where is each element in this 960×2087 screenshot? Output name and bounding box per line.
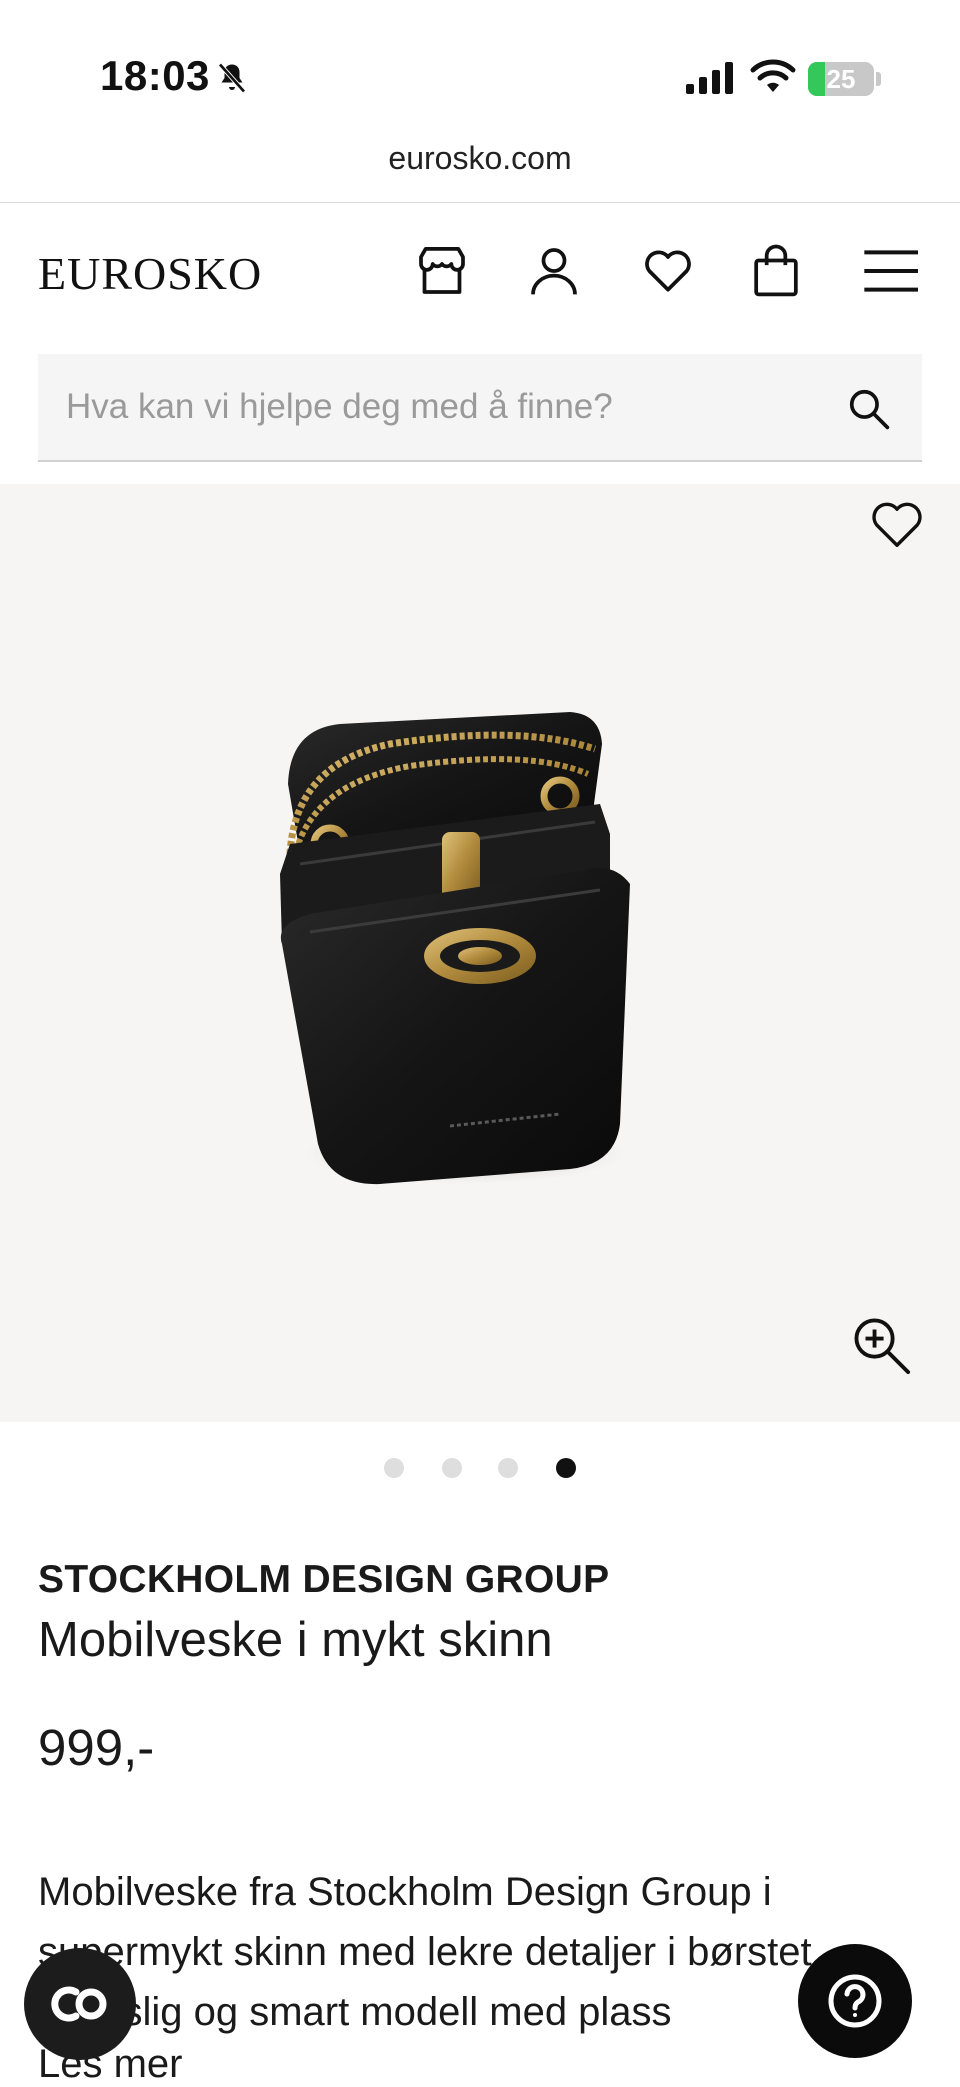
signal-icon — [686, 62, 733, 94]
battery-nub — [876, 72, 881, 86]
accessibility-button[interactable] — [24, 1948, 136, 2060]
product-price: 999,- — [38, 1719, 155, 1776]
product-brand[interactable]: STOCKHOLM DESIGN GROUP — [38, 1558, 609, 1602]
zoom-icon[interactable] — [850, 1314, 912, 1376]
status-time: 18:03 — [100, 52, 210, 99]
wishlist-icon[interactable] — [640, 243, 696, 299]
add-to-wishlist-icon[interactable] — [870, 500, 924, 550]
gallery-dot-3[interactable] — [498, 1458, 518, 1478]
gallery-dot-2[interactable] — [442, 1458, 462, 1478]
product-image[interactable] — [270, 704, 690, 1194]
gallery-dot-4[interactable] — [556, 1458, 576, 1478]
battery-level: 25 — [826, 64, 856, 94]
battery-indicator: 25 — [808, 62, 874, 96]
product-name: Mobilveske i mykt skinn — [38, 1613, 553, 1667]
product-description: Mobilveske fra Stockholm Design Group i … — [38, 1870, 857, 2034]
help-button[interactable] — [798, 1944, 912, 2058]
status-bar: 18:03 25 — [0, 0, 960, 140]
menu-icon[interactable] — [862, 243, 918, 299]
site-header: EUROSKO — [0, 203, 960, 343]
bell-muted-icon — [218, 63, 246, 93]
wifi-icon — [750, 59, 796, 92]
url-bar[interactable]: eurosko.com — [0, 140, 960, 202]
store-icon[interactable] — [414, 243, 470, 299]
account-icon[interactable] — [526, 243, 582, 299]
cart-icon[interactable] — [748, 243, 804, 299]
search-bar — [38, 354, 922, 462]
search-input[interactable] — [66, 354, 826, 460]
search-icon[interactable] — [846, 386, 892, 432]
site-logo[interactable]: EUROSKO — [38, 247, 262, 300]
product-gallery[interactable] — [0, 484, 960, 1422]
gallery-dot-1[interactable] — [384, 1458, 404, 1478]
gallery-pagination — [0, 1458, 960, 1480]
